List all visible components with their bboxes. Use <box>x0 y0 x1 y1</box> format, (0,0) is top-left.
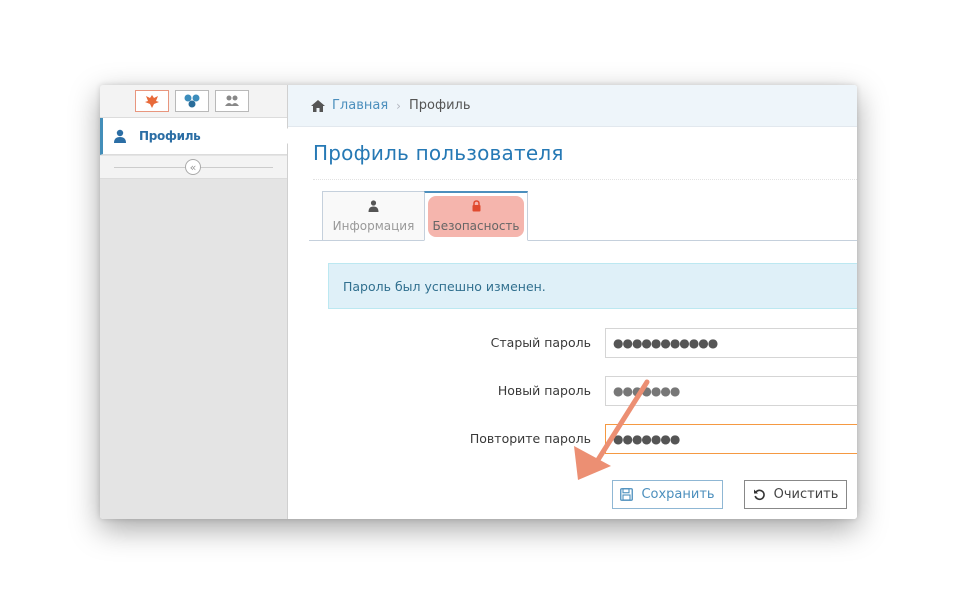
clear-button[interactable]: Очистить <box>744 480 847 509</box>
lock-icon <box>471 200 482 214</box>
user-icon <box>113 128 129 144</box>
main-content: Главная › Профиль Профиль пользователя И… <box>288 85 857 519</box>
sidebar: Профиль « <box>100 85 288 519</box>
success-alert: Пароль был успешно изменен. <box>328 263 857 309</box>
app-window: Профиль « Главная › Профиль Профиль поль… <box>100 85 857 519</box>
emblem-shortcut-button[interactable] <box>135 90 169 112</box>
old-password-label: Старый пароль <box>490 335 591 350</box>
sidebar-collapse-button[interactable]: « <box>185 159 201 175</box>
tab-information[interactable]: Информация <box>322 191 425 241</box>
sidebar-collapse-bar: « <box>100 156 287 179</box>
emblem-icon <box>145 95 159 108</box>
breadcrumb-current: Профиль <box>408 98 471 113</box>
title-divider <box>313 179 857 180</box>
page-title: Профиль пользователя <box>313 141 564 165</box>
save-button-label: Сохранить <box>641 487 715 502</box>
old-password-field[interactable]: ●●●●●●●●●●● <box>605 328 857 358</box>
new-password-row: Новый пароль ●●●●●●● <box>288 376 857 406</box>
sidebar-item-label: Профиль <box>139 129 201 143</box>
tab-label: Безопасность <box>432 219 520 233</box>
active-caret <box>280 128 288 144</box>
repeat-password-field[interactable]: ●●●●●●● <box>605 424 857 454</box>
chevron-right-icon: › <box>396 98 401 113</box>
sidebar-item-profile[interactable]: Профиль <box>100 118 288 155</box>
repeat-password-row: Повторите пароль ●●●●●●● <box>288 424 857 454</box>
users-shortcut-button[interactable] <box>215 90 249 112</box>
new-password-field[interactable]: ●●●●●●● <box>605 376 857 406</box>
network-icon <box>184 94 200 108</box>
tab-security[interactable]: Безопасность <box>424 191 528 241</box>
breadcrumb-home-link[interactable]: Главная <box>332 98 388 113</box>
home-icon <box>310 99 326 113</box>
network-shortcut-button[interactable] <box>175 90 209 112</box>
double-chevron-left-icon: « <box>189 160 197 174</box>
users-icon <box>225 95 239 106</box>
user-icon <box>368 199 379 214</box>
new-password-label: Новый пароль <box>497 383 591 398</box>
sidebar-shortcuts <box>100 85 287 118</box>
save-icon <box>620 488 634 502</box>
tab-label: Информация <box>332 218 415 233</box>
clear-button-label: Очистить <box>773 487 839 502</box>
undo-icon <box>753 488 767 502</box>
old-password-row: Старый пароль ●●●●●●●●●●● <box>288 328 857 358</box>
breadcrumb: Главная › Профиль <box>288 85 857 127</box>
repeat-password-label: Повторите пароль <box>469 431 591 446</box>
save-button[interactable]: Сохранить <box>612 480 723 509</box>
